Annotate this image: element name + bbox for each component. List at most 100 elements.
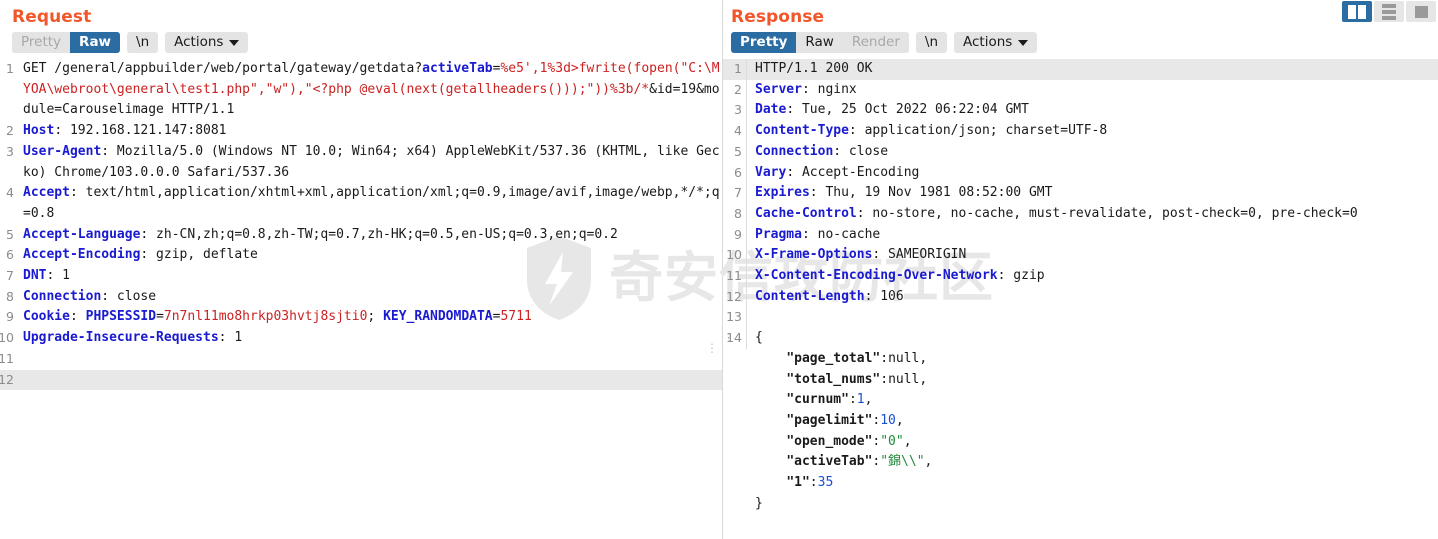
code-line[interactable]: "page_total":null, [723,349,1438,370]
line-number: 9 [723,224,747,246]
code-line[interactable]: 2 Host: 192.168.121.147:8081 [0,121,722,142]
code-line[interactable]: 11 [0,349,722,370]
code-text: Vary: Accept-Encoding [747,163,1438,184]
code-line[interactable]: 6 Vary: Accept-Encoding [723,162,1438,184]
code-line[interactable]: "curnum":1, [723,390,1438,411]
line-number: 7 [6,268,14,284]
code-line[interactable]: 7 Expires: Thu, 19 Nov 1981 08:52:00 GMT [723,183,1438,204]
code-line[interactable]: } [723,494,1438,515]
request-toolbar: Pretty Raw \n Actions [0,28,722,57]
side-by-side-layout-button[interactable] [1342,1,1372,22]
code-line[interactable]: 6 Accept-Encoding: gzip, deflate [0,245,722,266]
line-number: 2 [6,123,14,139]
code-line[interactable]: "activeTab":"錦\\", [723,452,1438,473]
code-line[interactable]: 5 Accept-Language: zh-CN,zh;q=0.8,zh-TW;q… [0,225,722,246]
code-line[interactable]: 7 DNT: 1 [0,266,722,287]
code-token: : 1 [218,330,243,346]
code-token: activeTab [422,61,493,76]
line-number: 5 [723,141,747,163]
response-toolbar: Pretty Raw Render \n Actions [723,28,1438,57]
code-token: User-Agent [23,143,102,159]
code-token: "curnum" [755,392,849,408]
code-line[interactable]: 13 [723,307,1438,329]
response-pane: Response Pretty Raw Render \n Actions 1H… [723,0,1438,539]
request-editor[interactable]: 1 GET /general/appbuilder/web/portal/gate… [0,57,722,391]
line-number: 12 [723,286,747,308]
code-line[interactable]: 8 Connection: close [0,287,722,308]
code-text: } [747,494,1438,515]
code-token: : Tue, 25 Oct 2022 06:22:04 GMT [786,102,1029,118]
response-editor[interactable]: 1 HTTP/1.1 200 OK 2 Server: nginx 3 Date: Tue… [723,57,1438,514]
code-line[interactable]: 4 Content-Type: application/json; charset… [723,121,1438,142]
code-line[interactable]: "1":35 [723,473,1438,494]
code-text: "pagelimit":10, [747,411,1438,432]
response-render-button[interactable]: Render [842,31,909,53]
code-line[interactable]: 8 Cache-Control: no-store, no-cache, must… [723,203,1438,225]
code-line[interactable]: 12 Content-Length: 106 [723,286,1438,308]
code-line[interactable]: 9 Pragma: no-cache [723,224,1438,246]
code-line[interactable]: 14 ⋮ { [723,328,1438,349]
code-token: : Mozilla/5.0 (Windows NT 10.0; Win64; x… [23,143,720,180]
code-token: 5711 [500,309,532,325]
code-token: { [755,330,763,346]
code-token: "pagelimit" [755,412,873,428]
code-line[interactable]: 10Upgrade-Insecure-Requests: 1 [0,328,722,349]
code-line[interactable]: "total_nums":null, [723,370,1438,391]
code-token: "activeTab" [755,454,873,470]
code-line[interactable]: 3 User-Agent: Mozilla/5.0 (Windows NT 10.… [0,142,722,183]
code-text: X-Content-Encoding-Over-Network: gzip [747,266,1438,287]
code-token: : Accept-Encoding [786,164,920,180]
code-line[interactable]: 4 Accept: text/html,application/xhtml+xml… [0,183,722,224]
response-newline-button[interactable]: \n [915,31,947,53]
code-text: "curnum":1, [747,390,1438,411]
code-line[interactable]: 10 X-Frame-Options: SAMEORIGIN [723,245,1438,267]
code-line[interactable]: 5 Connection: close [723,141,1438,163]
request-pretty-button[interactable]: Pretty [12,31,71,53]
single-pane-layout-icon [1414,5,1428,18]
code-token: Upgrade-Insecure-Requests [23,330,219,346]
request-actions-button[interactable]: Actions [165,31,249,53]
response-pretty-button[interactable]: Pretty [731,31,797,53]
code-token: , [919,371,928,387]
code-line[interactable]: 1 HTTP/1.1 200 OK [723,59,1438,80]
code-line[interactable]: 11 X-Content-Encoding-Over-Network: gzip [723,266,1438,287]
code-text: Date: Tue, 25 Oct 2022 06:22:04 GMT [747,100,1438,121]
code-text: Pragma: no-cache [747,225,1438,246]
fold-dots-icon[interactable]: ⋮ [723,331,734,344]
line-number: 14 ⋮ [723,328,747,349]
code-line[interactable]: 3 Date: Tue, 25 Oct 2022 06:22:04 GMT [723,100,1438,122]
code-token: Date [755,102,787,118]
response-raw-button[interactable]: Raw [796,31,843,53]
code-text: Connection: close [16,287,722,308]
request-raw-button[interactable]: Raw [70,31,121,53]
code-text: Accept-Language: zh-CN,zh;q=0.8,zh-TW;q=… [16,225,722,246]
code-text: Content-Type: application/json; charset=… [747,121,1438,142]
code-line[interactable]: 1 GET /general/appbuilder/web/portal/gate… [0,59,722,121]
code-text: { [747,328,1438,349]
code-line[interactable]: 2 Server: nginx [723,79,1438,101]
code-line[interactable]: 12 [0,369,722,391]
response-view-mode-group[interactable]: Pretty Raw Render [731,31,909,53]
code-text: Upgrade-Insecure-Requests: 1 [16,328,722,349]
code-line[interactable]: 9 Cookie: PHPSESSID=7n7nl11mo8hrkp03hvtj8… [0,307,722,328]
response-actions-button[interactable]: Actions [954,31,1038,53]
code-token: } [755,495,763,511]
code-token: : no-store, no-cache, must-revalidate, p… [856,205,1358,221]
code-line[interactable]: "open_mode":"0", [723,432,1438,453]
request-newline-button[interactable]: \n [127,31,159,53]
code-token: , [924,454,933,470]
request-view-mode-group[interactable]: Pretty Raw [12,31,121,53]
code-line[interactable]: "pagelimit":10, [723,411,1438,432]
line-number: 5 [6,226,14,242]
chevron-down-icon [1018,39,1029,46]
line-number: 1 [723,59,747,80]
single-pane-layout-button[interactable] [1406,1,1436,22]
code-text: Server: nginx [747,80,1438,101]
chevron-down-icon [229,39,240,46]
response-title: Response [731,7,825,27]
stacked-layout-button[interactable] [1374,1,1404,22]
code-token: "page_total" [755,350,881,366]
code-token: : gzip [997,268,1045,284]
